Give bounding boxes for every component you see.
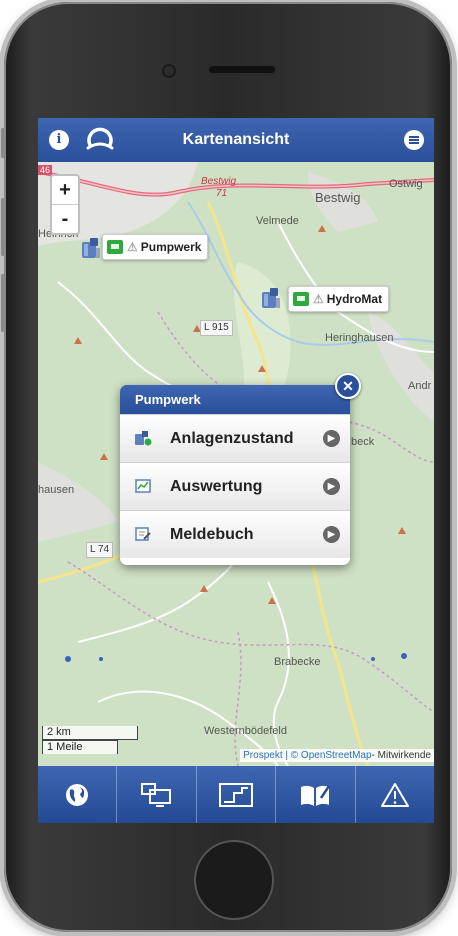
scale-metric: 2 km [42, 726, 138, 740]
attribution-prefix[interactable]: Prospekt | © [243, 750, 298, 761]
popup-close-button[interactable]: ✕ [335, 373, 361, 399]
highway-number: 71 [216, 188, 228, 199]
menu-item-anlagenzustand[interactable]: Anlagenzustand ▶ [120, 414, 350, 462]
place-label: Andr [408, 380, 432, 392]
marker-label: Pumpwerk [140, 240, 202, 254]
page-title: Kartenansicht [182, 131, 290, 148]
book-icon [301, 784, 331, 806]
warning-icon: ⚠ [313, 292, 324, 306]
menu-item-label: Anlagenzustand [170, 430, 294, 447]
popup-title: Pumpwerk [120, 385, 350, 414]
osm-link[interactable]: OpenStreetMap [301, 750, 372, 761]
menu-item-label: Meldebuch [170, 526, 254, 543]
place-label: Brabecke [274, 656, 321, 668]
chart-icon [135, 479, 151, 493]
road-label: L 74 [86, 542, 114, 558]
place-label: beck [351, 436, 375, 448]
tab-alarms[interactable] [356, 766, 434, 823]
place-label: Westernbödefeld [204, 725, 287, 737]
tab-map[interactable] [38, 766, 118, 823]
monitor-icon [140, 782, 171, 807]
volume-down-button [1, 274, 6, 332]
place-label: hausen [38, 484, 75, 496]
diagram-icon [219, 782, 254, 807]
hydromat-icon[interactable] [260, 286, 282, 310]
place-label: Velmede [256, 215, 299, 227]
chevron-right-icon: ▶ [323, 478, 340, 495]
tab-remote[interactable] [117, 766, 197, 823]
zoom-in-button[interactable]: + [52, 176, 78, 205]
menu-item-auswertung[interactable]: Auswertung ▶ [120, 462, 350, 510]
pump-station-icon[interactable] [80, 236, 102, 260]
status-ok-icon [107, 240, 123, 254]
station-popup: Pumpwerk Anlagenzustand ▶ Auswertung ▶ M… [120, 385, 350, 565]
highway-start-label: 46 [38, 165, 53, 175]
zoom-control: + - [50, 174, 80, 235]
globe-icon [66, 783, 89, 806]
tab-logbook[interactable] [276, 766, 356, 823]
tab-diagram[interactable] [197, 766, 277, 823]
attribution-suffix: - Mitwirkende [371, 750, 431, 761]
menu-button[interactable] [404, 130, 424, 150]
highway-label: Bestwig [201, 176, 237, 187]
warning-icon [380, 782, 409, 807]
chevron-right-icon: ▶ [323, 526, 340, 543]
place-label: Bestwig [315, 190, 361, 205]
marker-label: HydroMat [326, 292, 383, 306]
home-button[interactable] [194, 840, 274, 920]
warning-icon: ⚠ [127, 240, 138, 254]
status-ok-icon [293, 292, 309, 306]
map-attribution: Prospekt | © OpenStreetMap- Mitwirkende [240, 749, 434, 762]
front-camera [164, 66, 174, 76]
logbook-icon [135, 527, 151, 541]
marker-hydromat[interactable]: ⚠ HydroMat [288, 286, 390, 312]
road-label: L 915 [200, 320, 233, 336]
zoom-out-button[interactable]: - [52, 205, 78, 233]
plant-status-icon [135, 431, 152, 446]
menu-item-meldebuch[interactable]: Meldebuch ▶ [120, 510, 350, 558]
bottom-tab-bar [38, 766, 434, 823]
menu-item-label: Auswertung [170, 478, 263, 495]
marker-pumpwerk[interactable]: ⚠ Pumpwerk [102, 234, 209, 260]
chevron-right-icon: ▶ [323, 430, 340, 447]
earpiece-speaker [209, 66, 275, 73]
place-label: Ostwig [389, 178, 423, 190]
volume-up-button [1, 198, 6, 256]
app-header: i Kartenansicht [38, 118, 434, 162]
app-screen: i Kartenansicht Bestwig Ostwig Velmede H… [38, 118, 434, 823]
place-label: Heringhausen [325, 332, 394, 344]
scale-imperial: 1 Meile [42, 740, 118, 754]
mute-switch [1, 128, 6, 158]
